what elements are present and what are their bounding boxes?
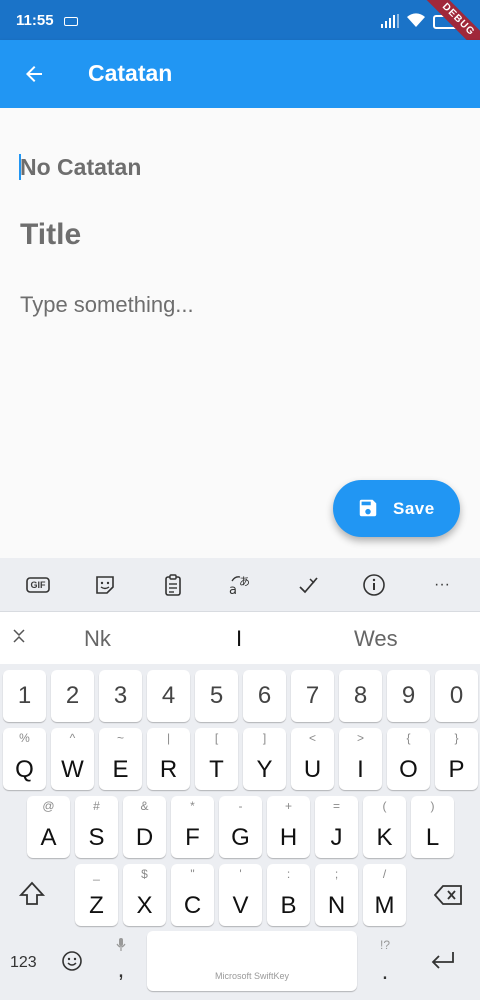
gif-label: GIF (30, 580, 46, 590)
key-h[interactable]: + H (267, 796, 310, 858)
keyboard-indicator-icon (64, 17, 78, 26)
key-9[interactable]: 9 (387, 670, 430, 722)
edit-icon[interactable] (296, 573, 320, 597)
space-bar[interactable]: Microsoft SwiftKey (147, 931, 357, 991)
info-icon[interactable] (362, 573, 386, 597)
keyboard: GIF a あ ··· Nk I Wes 1 2 3 4 5 6 7 8 9 0… (0, 558, 480, 1000)
save-icon (359, 499, 377, 517)
key-8[interactable]: 8 (339, 670, 382, 722)
key-f[interactable]: * F (171, 796, 214, 858)
key-u[interactable]: < U (291, 728, 334, 790)
key-2[interactable]: 2 (51, 670, 94, 722)
svg-text:a: a (229, 583, 237, 597)
key-m[interactable]: / M (363, 864, 406, 926)
space-bar-brand: Microsoft SwiftKey (214, 971, 290, 981)
signal-icon (381, 14, 399, 28)
key-a[interactable]: @ A (27, 796, 70, 858)
key-i[interactable]: > I (339, 728, 382, 790)
keyboard-toolbar: GIF a あ ··· (0, 558, 480, 612)
key-d[interactable]: & D (123, 796, 166, 858)
back-arrow-icon[interactable] (22, 62, 46, 86)
key-3[interactable]: 3 (99, 670, 142, 722)
key-b[interactable]: :B (267, 864, 310, 926)
translate-icon[interactable]: a あ (228, 573, 252, 597)
key-t[interactable]: [T (195, 728, 238, 790)
key-w[interactable]: ^ W (51, 728, 94, 790)
page-title: Catatan (88, 60, 173, 86)
note-form: No Catatan Title Type something... Save (0, 108, 480, 558)
key-r[interactable]: | R (147, 728, 190, 790)
sticker-icon[interactable] (93, 573, 117, 597)
backspace-icon[interactable] (434, 884, 464, 906)
save-button[interactable]: Save (333, 480, 460, 537)
svg-text:あ: あ (239, 575, 250, 588)
microphone-icon (116, 938, 126, 951)
more-icon[interactable]: ··· (430, 573, 454, 597)
key-p[interactable]: } P (435, 728, 478, 790)
emoji-icon[interactable] (61, 950, 83, 972)
suggestion-item[interactable]: Wes (354, 626, 398, 652)
key-y[interactable]: ] Y (243, 728, 286, 790)
key-7[interactable]: 7 (291, 670, 334, 722)
key-n[interactable]: ; N (315, 864, 358, 926)
key-v[interactable]: ' V (219, 864, 262, 926)
body-input[interactable]: Type something... (20, 292, 194, 318)
save-button-label: Save (393, 499, 435, 518)
key-0[interactable]: 0 (435, 670, 478, 722)
clipboard-icon[interactable] (161, 573, 185, 597)
key-z[interactable]: _ Z (75, 864, 118, 926)
gif-icon[interactable]: GIF (26, 573, 50, 597)
note-number-input[interactable]: No Catatan (20, 154, 141, 181)
key-l[interactable]: ) L (411, 796, 454, 858)
enter-icon[interactable] (430, 950, 456, 972)
key-o[interactable]: {O (387, 728, 430, 790)
shift-icon[interactable] (18, 880, 46, 908)
key-e[interactable]: ~ E (99, 728, 142, 790)
suggestion-item[interactable]: Nk (84, 626, 111, 652)
key-1[interactable]: 1 (3, 670, 46, 722)
status-bar: 11:55 DEBUG (0, 0, 480, 69)
key-c[interactable]: " C (171, 864, 214, 926)
key-5[interactable]: 5 (195, 670, 238, 722)
status-time: 11:55 (16, 12, 54, 29)
suggestion-bar: Nk I Wes (0, 612, 480, 664)
key-s[interactable]: # S (75, 796, 118, 858)
comma-key[interactable]: , (108, 938, 134, 988)
app-bar: Catatan (0, 40, 480, 108)
key-k[interactable]: (K (363, 796, 406, 858)
title-input[interactable]: Title (20, 218, 81, 252)
key-x[interactable]: $ X (123, 864, 166, 926)
key-j[interactable]: = J (315, 796, 358, 858)
symbols-key[interactable]: 123 (10, 954, 37, 972)
key-6[interactable]: 6 (243, 670, 286, 722)
key-g[interactable]: -G (219, 796, 262, 858)
collapse-icon[interactable] (12, 628, 26, 644)
key-4[interactable]: 4 (147, 670, 190, 722)
key-q[interactable]: % Q (3, 728, 46, 790)
suggestion-item[interactable]: I (236, 626, 242, 652)
wifi-icon (407, 13, 425, 27)
period-key[interactable]: !? . (372, 938, 398, 988)
